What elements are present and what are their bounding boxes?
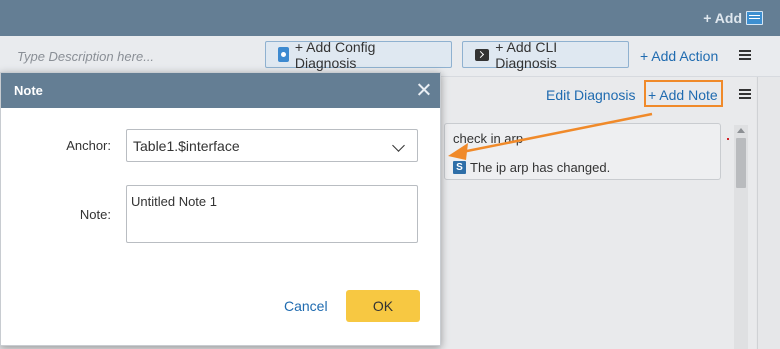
dialog-title: Note <box>14 83 43 98</box>
edit-diagnosis-link[interactable]: Edit Diagnosis <box>546 87 636 103</box>
terminal-icon <box>475 48 490 61</box>
add-action-link[interactable]: + Add Action <box>640 48 718 64</box>
diagnosis-panel: Edit Diagnosis + Add Note check in arp S… <box>441 77 756 349</box>
top-add-button[interactable]: + Add <box>703 10 763 26</box>
ok-button[interactable]: OK <box>346 290 420 322</box>
annotation-highlight-box <box>644 80 723 107</box>
panel-icon <box>746 11 763 25</box>
card-message: The ip arp has changed. <box>470 160 611 175</box>
note-dialog: Note Anchor: Table1.$interface Note: Unt… <box>0 72 441 346</box>
cancel-button[interactable]: Cancel <box>284 298 328 314</box>
panel-menu-icon[interactable] <box>739 89 751 99</box>
anchor-value: Table1.$interface <box>133 137 240 154</box>
chevron-down-icon <box>392 139 405 152</box>
note-label: Note: <box>79 207 111 222</box>
red-marker <box>727 138 729 140</box>
toolbar-menu-icon[interactable] <box>739 50 751 60</box>
description-input[interactable]: Type Description here... <box>17 49 154 64</box>
top-header-bar: + Add <box>0 0 780 36</box>
card-message-row: S The ip arp has changed. <box>453 160 610 175</box>
anchor-select[interactable]: Table1.$interface <box>126 129 418 162</box>
toolbar-row: Type Description here... + Add Config Di… <box>0 36 780 77</box>
dialog-header: Note <box>1 73 440 108</box>
panel-divider <box>757 77 758 349</box>
config-file-icon <box>278 47 289 62</box>
add-config-diagnosis-label: + Add Config Diagnosis <box>294 38 376 71</box>
ok-label: OK <box>372 298 394 314</box>
add-config-diagnosis-button[interactable]: + Add Config Diagnosis <box>265 38 452 71</box>
status-s-icon: S <box>453 161 466 174</box>
anchor-label: Anchor: <box>66 138 111 153</box>
card-title: check in arp <box>453 131 524 146</box>
scroll-up-arrow-icon[interactable] <box>737 128 745 133</box>
note-value: Untitled Note 1 <box>131 194 217 209</box>
add-cli-diagnosis-button[interactable]: + Add CLI Diagnosis <box>462 38 629 71</box>
note-textarea[interactable]: Untitled Note 1 <box>126 185 418 243</box>
scrollbar-thumb[interactable] <box>736 138 746 188</box>
diagnosis-card[interactable]: check in arp S The ip arp has changed. <box>444 123 721 180</box>
add-cli-diagnosis-label: + Add CLI Diagnosis <box>495 38 558 71</box>
close-icon[interactable] <box>417 83 430 96</box>
top-add-label: + Add <box>703 10 742 26</box>
